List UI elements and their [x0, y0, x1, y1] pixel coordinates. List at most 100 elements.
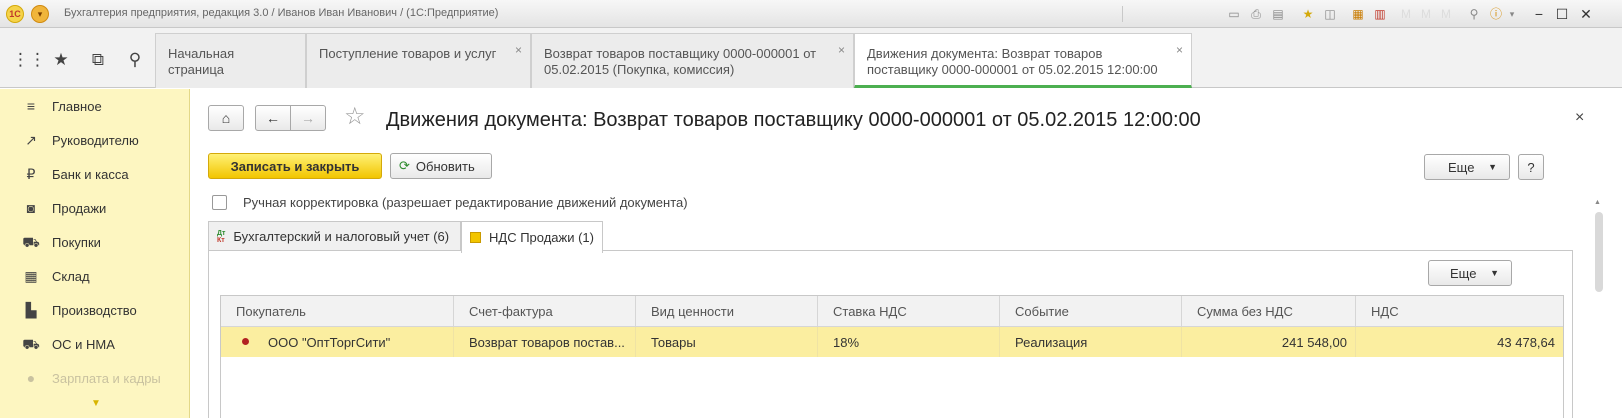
history-icon[interactable]: ⧉: [86, 48, 110, 72]
manual-correction-checkbox[interactable]: [212, 195, 227, 210]
calendar-icon[interactable]: ▥: [1372, 6, 1388, 22]
settings-icon[interactable]: ⚲: [1466, 6, 1482, 22]
bag-icon: ◙: [26, 200, 36, 216]
search-icon[interactable]: ⚲: [123, 48, 147, 72]
table-cell[interactable]: 18%: [818, 327, 1000, 357]
nav-item-warehouse[interactable]: ▦ Склад: [0, 259, 190, 293]
close-icon[interactable]: ×: [838, 42, 845, 58]
print-icon[interactable]: ⎙: [1248, 6, 1264, 22]
close-icon[interactable]: ×: [515, 42, 522, 58]
home-icon: ⌂: [221, 110, 231, 126]
nav-label: Продажи: [52, 200, 107, 216]
warehouse-icon: ▦: [24, 268, 38, 284]
info-icon[interactable]: ⓘ: [1488, 6, 1504, 22]
tab-document-movements[interactable]: Движения документа: Возврат товаров пост…: [854, 33, 1192, 88]
titlebar-divider: [1122, 6, 1123, 22]
star-icon[interactable]: ★: [49, 48, 73, 72]
refresh-icon: ⟳: [399, 158, 410, 173]
column-header[interactable]: Событие: [1000, 296, 1182, 327]
trend-icon: ↗: [25, 132, 37, 148]
memory-minus-icon[interactable]: M: [1438, 6, 1454, 22]
menu-lines-icon: ≡: [26, 98, 36, 114]
vat-register-icon: [470, 232, 481, 243]
arrow-left-icon: ←: [266, 110, 280, 126]
arrow-right-icon: →: [301, 110, 315, 126]
tab-label: Возврат товаров поставщику 0000-000001 о…: [544, 46, 817, 77]
memory-icon[interactable]: M: [1398, 6, 1414, 22]
column-header[interactable]: Счет-фактура: [454, 296, 636, 327]
home-button[interactable]: ⌂: [208, 105, 244, 131]
nav-item-purchases[interactable]: ⛟ Покупки: [0, 225, 190, 259]
table-cell[interactable]: Реализация: [1000, 327, 1182, 357]
help-button[interactable]: ?: [1518, 154, 1544, 180]
nav-item-payroll[interactable]: ● Зарплата и кадры: [0, 361, 190, 395]
app-logo-icon[interactable]: 1С: [6, 5, 24, 23]
save-and-close-button[interactable]: Записать и закрыть: [208, 153, 382, 179]
scroll-up-icon[interactable]: ▲: [1594, 199, 1601, 206]
save-icon[interactable]: ▭: [1226, 6, 1242, 22]
chevron-down-icon[interactable]: ▾: [1504, 6, 1520, 22]
close-icon[interactable]: ×: [1176, 42, 1183, 58]
sections-grid-icon[interactable]: ⋮⋮: [12, 48, 46, 72]
app-menu-icon[interactable]: ▾: [31, 5, 49, 23]
sections-panel: ≡ Главное ↗ Руководителю ₽ Банк и касса …: [0, 89, 190, 418]
back-button[interactable]: ←: [255, 105, 291, 131]
column-header[interactable]: Сумма без НДС: [1182, 296, 1356, 327]
truck-icon: ⛟: [22, 336, 40, 352]
tab-receipt[interactable]: Поступление товаров и услуг ×: [306, 33, 531, 88]
refresh-label: Обновить: [415, 158, 475, 174]
window-titlebar: 1С ▾ Бухгалтерия предприятия, редакция 3…: [0, 0, 1622, 28]
nav-label: Банк и касса: [52, 166, 129, 182]
calculator-icon[interactable]: ▦: [1350, 6, 1366, 22]
tab-home[interactable]: Начальная страница: [155, 33, 306, 88]
close-window-icon[interactable]: ✕: [1576, 4, 1596, 24]
minimize-icon[interactable]: −: [1529, 4, 1549, 24]
refresh-button[interactable]: ⟳ Обновить: [390, 153, 492, 179]
close-icon[interactable]: ×: [1575, 109, 1584, 127]
nav-item-production[interactable]: ▙ Производство: [0, 293, 190, 327]
table-more-button[interactable]: Еще ▼: [1428, 260, 1512, 286]
table-cell[interactable]: Товары: [636, 327, 818, 357]
nav-item-bank[interactable]: ₽ Банк и касса: [0, 157, 190, 191]
nav-item-sales[interactable]: ◙ Продажи: [0, 191, 190, 225]
nav-item-main[interactable]: ≡ Главное: [0, 89, 190, 123]
forward-button[interactable]: →: [290, 105, 326, 131]
column-header[interactable]: Ставка НДС: [818, 296, 1000, 327]
table-cell[interactable]: ООО "ОптТоргСити": [221, 327, 454, 357]
nav-label: Руководителю: [52, 132, 139, 148]
tab-label: Начальная страница: [168, 46, 235, 77]
table-row[interactable]: ООО "ОптТоргСити" Возврат товаров постав…: [221, 327, 1563, 357]
favorites-icon[interactable]: ★: [1300, 6, 1316, 22]
maximize-icon[interactable]: ☐: [1552, 4, 1572, 24]
tab-label: Движения документа: Возврат товаров пост…: [867, 46, 1158, 77]
window-title: Бухгалтерия предприятия, редакция 3.0 / …: [64, 7, 499, 19]
factory-icon: ▙: [25, 302, 37, 318]
tab-accounting[interactable]: Дт Кт Бухгалтерский и налоговый учет (6): [208, 221, 461, 251]
preview-icon[interactable]: ▤: [1270, 6, 1286, 22]
scroll-down-icon[interactable]: ▼: [91, 398, 101, 409]
nav-label: Главное: [52, 98, 102, 114]
column-header[interactable]: Вид ценности: [636, 296, 818, 327]
table-cell[interactable]: 241 548,00: [1182, 327, 1356, 357]
nav-label: Зарплата и кадры: [52, 370, 161, 386]
history-icon[interactable]: ◫: [1322, 6, 1338, 22]
tab-vat-sales[interactable]: НДС Продажи (1): [461, 221, 603, 253]
nav-label: Склад: [52, 268, 90, 284]
more-button[interactable]: Еще ▼: [1424, 154, 1510, 180]
dt-kt-icon: Дт Кт: [217, 229, 226, 244]
table-cell[interactable]: 43 478,64: [1356, 327, 1563, 357]
memory-plus-icon[interactable]: M: [1418, 6, 1434, 22]
column-header[interactable]: Покупатель: [221, 296, 454, 327]
nav-label: Покупки: [52, 234, 101, 250]
form-scrollbar[interactable]: ▲: [1594, 199, 1604, 418]
column-header[interactable]: НДС: [1356, 296, 1563, 327]
star-outline-icon[interactable]: ☆: [344, 105, 366, 129]
document-form: ⌂ ← → ☆ Движения документа: Возврат това…: [191, 89, 1622, 418]
tab-return-document[interactable]: Возврат товаров поставщику 0000-000001 о…: [531, 33, 854, 88]
tab-label: Поступление товаров и услуг: [319, 46, 497, 61]
table-cell[interactable]: Возврат товаров постав...: [454, 327, 636, 357]
nav-item-fixed-assets[interactable]: ⛟ ОС и НМА: [0, 327, 190, 361]
nav-item-manager[interactable]: ↗ Руководителю: [0, 123, 190, 157]
tab-label: Бухгалтерский и налоговый учет (6): [233, 229, 450, 244]
scrollbar-thumb[interactable]: [1595, 212, 1603, 292]
